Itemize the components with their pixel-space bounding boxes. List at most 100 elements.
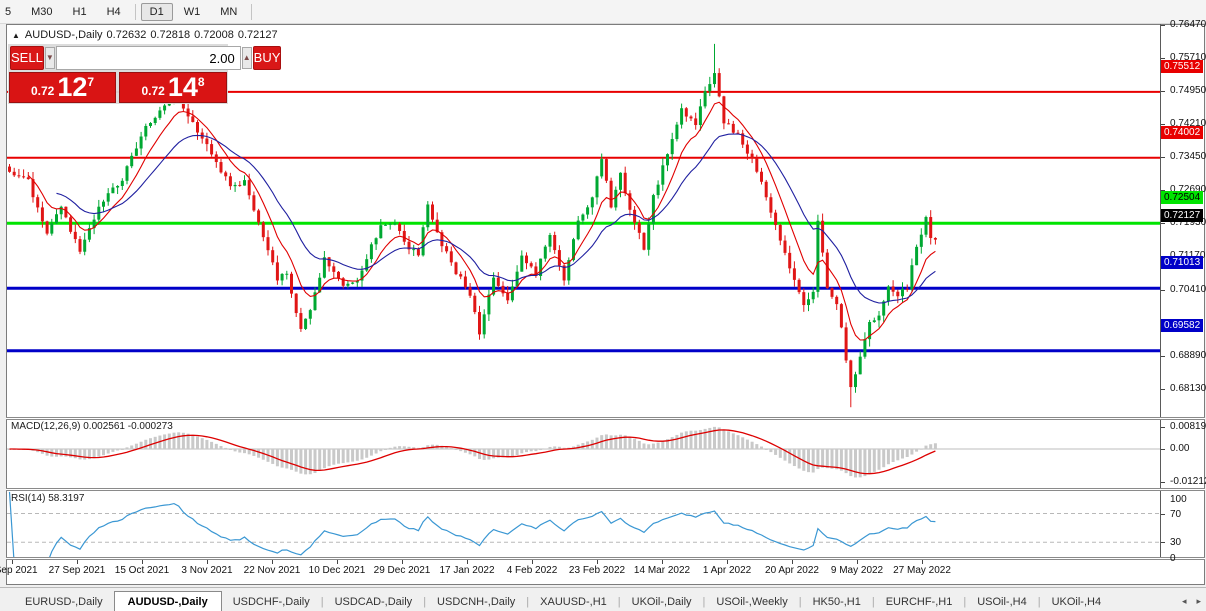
date-tick — [857, 560, 858, 564]
date-tick — [532, 560, 533, 564]
ohlc-low: 0.72008 — [194, 29, 234, 41]
chart-tab-usoilh4[interactable]: USOil-,H4 — [966, 592, 1038, 611]
rsi-tick-label: 100 — [1170, 494, 1187, 505]
price-axis-line — [1160, 24, 1161, 560]
macd-tick-label: -0.01212 — [1170, 476, 1206, 487]
trading-terminal: 5M30H1H4D1W1MN ▲AUDUSD-,Daily0.726320.72… — [0, 0, 1206, 611]
date-tick — [272, 560, 273, 564]
chart-tab-eurusddaily[interactable]: EURUSD-,Daily — [14, 592, 114, 611]
rsi-tick — [1161, 514, 1165, 515]
rsi-label: RSI(14) 58.3197 — [11, 493, 84, 504]
chart-tab-bar: EURUSD-,DailyAUDUSD-,DailyUSDCHF-,Daily|… — [0, 587, 1206, 611]
date-tick — [467, 560, 468, 564]
price-tick-label: 0.68130 — [1170, 383, 1206, 394]
date-label: 10 Dec 2021 — [309, 565, 366, 576]
price-tick — [1161, 290, 1165, 291]
timeframe-toolbar: 5M30H1H4 D1W1MN — [0, 0, 1206, 24]
one-click-trade-panel: SELL ▼ ▲ BUY 0.72127 0.72148 — [8, 44, 228, 104]
scroll-right-icon[interactable]: ▸ — [1194, 595, 1203, 608]
price-tick — [1161, 223, 1165, 224]
chart-title: AUDUSD-,Daily — [25, 29, 103, 41]
price-tick — [1161, 25, 1165, 26]
chart-tab-hk50h1[interactable]: HK50-,H1 — [802, 592, 872, 611]
buy-price-display[interactable]: 0.72148 — [119, 72, 227, 103]
chart-tab-usdcaddaily[interactable]: USDCAD-,Daily — [324, 592, 424, 611]
date-tick — [597, 560, 598, 564]
timeframe-m30[interactable]: M30 — [22, 3, 61, 21]
date-tick — [662, 560, 663, 564]
volume-increase-button[interactable]: ▲ — [242, 47, 252, 69]
price-tick-label: 0.74950 — [1170, 85, 1206, 96]
date-label: 23 Feb 2022 — [569, 565, 625, 576]
price-tick-label: 0.70410 — [1170, 284, 1206, 295]
timeframe-w1[interactable]: W1 — [175, 3, 210, 21]
date-label: 15 Oct 2021 — [115, 565, 169, 576]
timeframe-5[interactable]: 5 — [0, 3, 20, 21]
date-tick — [77, 560, 78, 564]
macd-tick-label: 0.008197 — [1170, 421, 1206, 432]
rsi-panel[interactable] — [7, 491, 1160, 557]
price-tick-label: 0.73450 — [1170, 151, 1206, 162]
ohlc-close: 0.72127 — [238, 29, 278, 41]
price-tick — [1161, 157, 1165, 158]
date-label: 9 May 2022 — [831, 565, 883, 576]
price-tick — [1161, 91, 1165, 92]
date-label: 27 May 2022 — [893, 565, 951, 576]
panel-splitter[interactable] — [6, 557, 1205, 560]
timeframe-mn[interactable]: MN — [211, 3, 246, 21]
sell-button[interactable]: SELL — [10, 46, 44, 70]
timeframe-d1[interactable]: D1 — [141, 3, 173, 21]
date-label: 17 Jan 2022 — [439, 565, 494, 576]
sell-price-display[interactable]: 0.72127 — [9, 72, 116, 103]
sell-price-base: 0.72 — [31, 84, 54, 98]
collapse-triangle-icon[interactable]: ▲ — [12, 31, 20, 40]
chart-ohlc-header: ▲AUDUSD-,Daily0.726320.728180.720080.721… — [12, 29, 282, 41]
timeframe-h1[interactable]: H1 — [64, 3, 96, 21]
volume-decrease-button[interactable]: ▼ — [45, 47, 55, 69]
date-tick — [402, 560, 403, 564]
chart-tab-xauusdh1[interactable]: XAUUSD-,H1 — [529, 592, 618, 611]
chart-tab-usdchfdaily[interactable]: USDCHF-,Daily — [222, 592, 321, 611]
macd-tick — [1161, 449, 1165, 450]
date-label: 4 Feb 2022 — [507, 565, 558, 576]
macd-tick — [1161, 482, 1165, 483]
arrow-down-icon: ▼ — [46, 53, 54, 62]
tab-scroll-buttons: ◂ ▸ — [1180, 595, 1203, 608]
buy-price-pips: 14 — [168, 74, 198, 101]
price-tick — [1161, 389, 1165, 390]
date-label: 1 Apr 2022 — [703, 565, 751, 576]
scroll-left-icon[interactable]: ◂ — [1180, 595, 1189, 608]
date-label: 29 Dec 2021 — [374, 565, 431, 576]
date-tick — [792, 560, 793, 564]
buy-button[interactable]: BUY — [253, 46, 282, 70]
rsi-tick-label: 0 — [1170, 553, 1176, 564]
rsi-tick-label: 70 — [1170, 509, 1181, 520]
chart-tab-usdcnhdaily[interactable]: USDCNH-,Daily — [426, 592, 526, 611]
date-tick — [12, 560, 13, 564]
current-price-badge: 0.72127 — [1161, 209, 1203, 222]
chart-tab-usoilweekly[interactable]: USOil-,Weekly — [705, 592, 798, 611]
price-tick — [1161, 124, 1165, 125]
timeframe-h4[interactable]: H4 — [98, 3, 130, 21]
level-price-badge: 0.72504 — [1161, 191, 1203, 204]
volume-input[interactable] — [56, 46, 241, 70]
level-price-badge: 0.75512 — [1161, 60, 1203, 73]
date-tick — [207, 560, 208, 564]
date-label: 22 Nov 2021 — [244, 565, 301, 576]
buy-price-base: 0.72 — [141, 84, 164, 98]
chart-tab-audusddaily[interactable]: AUDUSD-,Daily — [114, 591, 222, 611]
macd-panel[interactable] — [7, 420, 1160, 488]
sell-price-point: 7 — [87, 75, 94, 89]
ohlc-high: 0.72818 — [150, 29, 190, 41]
date-tick — [142, 560, 143, 564]
chart-tab-ukoildaily[interactable]: UKOil-,Daily — [621, 592, 703, 611]
sell-price-pips: 12 — [57, 74, 87, 101]
rsi-tick-label: 30 — [1170, 537, 1181, 548]
chart-tab-eurchfh1[interactable]: EURCHF-,H1 — [875, 592, 964, 611]
chart-tab-ukoilh4[interactable]: UKOil-,H4 — [1041, 592, 1113, 611]
level-price-badge: 0.71013 — [1161, 256, 1203, 269]
date-tick — [727, 560, 728, 564]
macd-label: MACD(12,26,9) 0.002561 -0.000273 — [11, 421, 173, 432]
macd-tick-label: 0.00 — [1170, 443, 1189, 454]
date-label: 20 Apr 2022 — [765, 565, 819, 576]
